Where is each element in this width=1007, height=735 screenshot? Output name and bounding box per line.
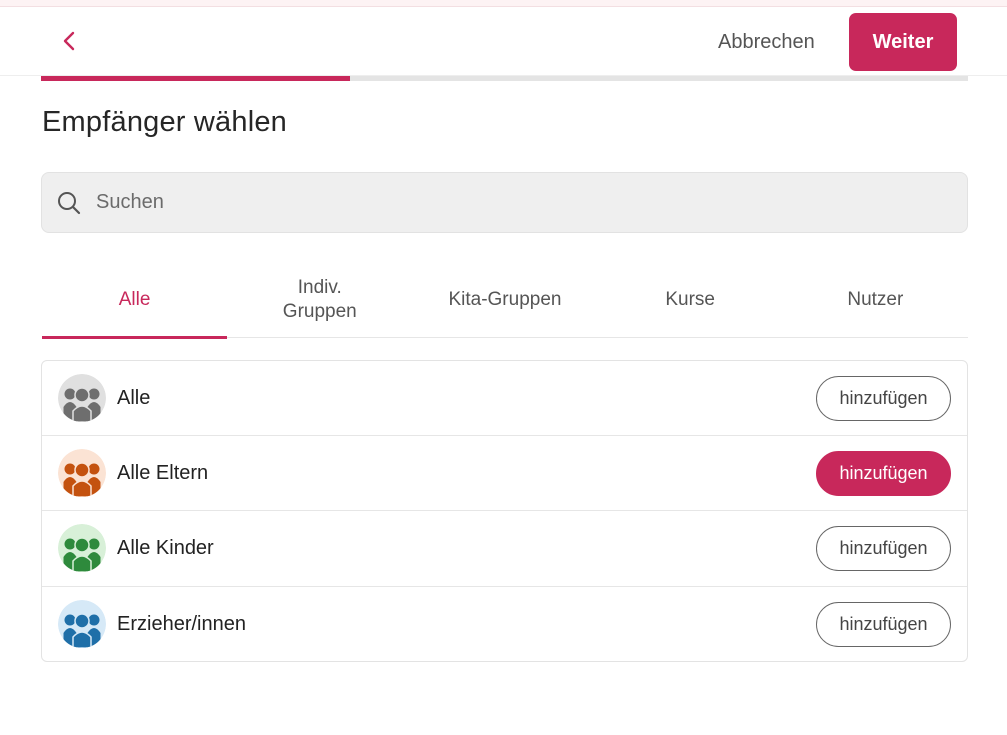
- group-gray-icon: [58, 374, 106, 423]
- tab-kurse[interactable]: Kurse: [598, 266, 783, 338]
- add-button[interactable]: hinzufügen: [816, 601, 951, 647]
- add-button[interactable]: hinzufügen: [816, 526, 951, 572]
- cancel-button[interactable]: Abbrechen: [718, 26, 815, 58]
- tab-label: Indiv. Gruppen: [282, 277, 357, 322]
- tab-alle[interactable]: Alle: [42, 266, 228, 339]
- tab-label: Nutzer: [847, 289, 904, 310]
- top-accent-bar: [0, 0, 1007, 7]
- recipient-label: Alle Eltern: [117, 461, 209, 484]
- add-button[interactable]: hinzufügen: [816, 376, 951, 421]
- tab-label: Kita-Gruppen: [448, 289, 562, 310]
- tab-indiv-gruppen[interactable]: Indiv. Gruppen: [227, 266, 412, 338]
- tab-nutzer[interactable]: Nutzer: [783, 266, 968, 338]
- recipient-tabs: Alle Indiv. Gruppen Kita-Gruppen Kurse N…: [42, 266, 968, 339]
- list-item[interactable]: Alle Kinder hinzufügen: [42, 511, 967, 587]
- list-item[interactable]: Erzieher/innen hinzufügen: [42, 587, 967, 661]
- recipient-label: Erzieher/innen: [117, 612, 246, 635]
- search-box[interactable]: [41, 172, 968, 233]
- list-item[interactable]: Alle hinzufügen: [42, 361, 967, 437]
- progress-bar: [41, 76, 968, 81]
- tab-label: Alle: [118, 289, 151, 310]
- search-icon: [56, 190, 82, 216]
- chevron-left-icon: [63, 31, 75, 51]
- recipient-list: Alle hinzufügen Alle Eltern hinzufügen A…: [41, 360, 968, 662]
- parents-group-icon: [58, 449, 106, 498]
- educators-group-icon: [58, 600, 106, 649]
- recipient-label: Alle: [117, 386, 151, 409]
- tab-kita-gruppen[interactable]: Kita-Gruppen: [412, 266, 597, 338]
- progress-bar-fill: [41, 76, 350, 81]
- tab-label: Kurse: [665, 289, 715, 310]
- search-input[interactable]: [96, 191, 896, 214]
- page-title: Empfänger wählen: [42, 106, 288, 138]
- add-button[interactable]: hinzufügen: [816, 451, 951, 497]
- next-button[interactable]: Weiter: [849, 13, 957, 71]
- back-button[interactable]: [52, 24, 86, 58]
- list-item[interactable]: Alle Eltern hinzufügen: [42, 436, 967, 512]
- children-group-icon: [58, 524, 106, 573]
- top-bar: Abbrechen Weiter: [0, 8, 1007, 76]
- recipient-label: Alle Kinder: [117, 536, 214, 559]
